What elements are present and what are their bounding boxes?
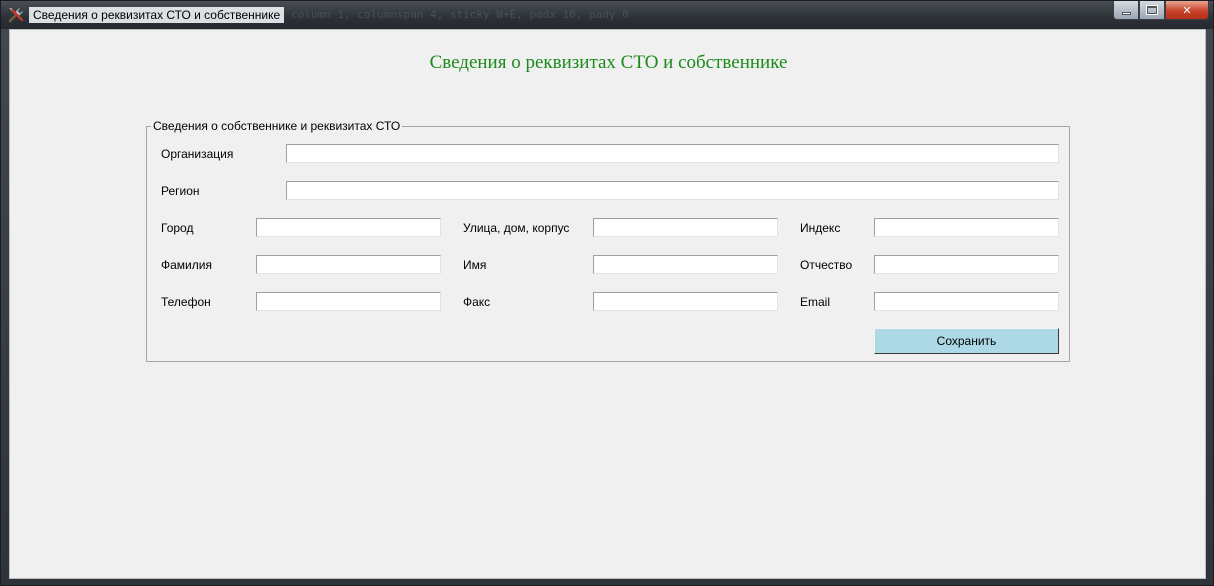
phone-label: Телефон [161, 295, 211, 309]
maximize-icon [1146, 5, 1158, 15]
patronymic-input[interactable] [874, 255, 1059, 274]
fax-input[interactable] [593, 292, 778, 311]
save-button[interactable]: Сохранить [874, 328, 1059, 354]
surname-label: Фамилия [161, 258, 212, 272]
name-input[interactable] [593, 255, 778, 274]
background-code-text: column 1, columnspan 4, sticky W+E, padx… [291, 8, 629, 21]
region-label: Регион [161, 184, 200, 198]
email-label: Email [800, 295, 831, 309]
phone-input[interactable] [256, 292, 441, 311]
index-input[interactable] [874, 218, 1059, 237]
index-label: Индекс [800, 221, 841, 235]
close-icon: ✕ [1182, 3, 1192, 17]
owner-details-frame: Сведения о собственнике и реквизитах СТО… [146, 119, 1070, 362]
close-button[interactable]: ✕ [1165, 1, 1209, 20]
window-controls: ✕ [1113, 1, 1209, 20]
window-title: Сведения о реквизитах СТО и собственнике [29, 7, 285, 23]
street-input[interactable] [593, 218, 778, 237]
tools-icon [8, 7, 24, 23]
organization-input[interactable] [286, 144, 1059, 163]
city-input[interactable] [256, 218, 441, 237]
street-label: Улица, дом, корпус [463, 221, 570, 235]
region-input[interactable] [286, 181, 1059, 200]
page-title: Сведения о реквизитах СТО и собственнике [429, 52, 788, 73]
email-input[interactable] [874, 292, 1059, 311]
city-label: Город [161, 221, 194, 235]
minimize-icon [1121, 11, 1131, 15]
minimize-button[interactable] [1113, 1, 1139, 20]
app-window: Сведения о реквизитах СТО и собственнике… [0, 0, 1214, 586]
name-label: Имя [463, 258, 487, 272]
patronymic-label: Отчество [800, 258, 853, 272]
organization-label: Организация [161, 147, 234, 161]
client-area: Сведения о реквизитах СТО и собственнике… [9, 29, 1206, 579]
fax-label: Факс [463, 295, 491, 309]
frame-legend: Сведения о собственнике и реквизитах СТО [151, 119, 403, 133]
maximize-button[interactable] [1139, 1, 1165, 20]
title-bar[interactable]: Сведения о реквизитах СТО и собственнике… [1, 1, 1213, 29]
surname-input[interactable] [256, 255, 441, 274]
